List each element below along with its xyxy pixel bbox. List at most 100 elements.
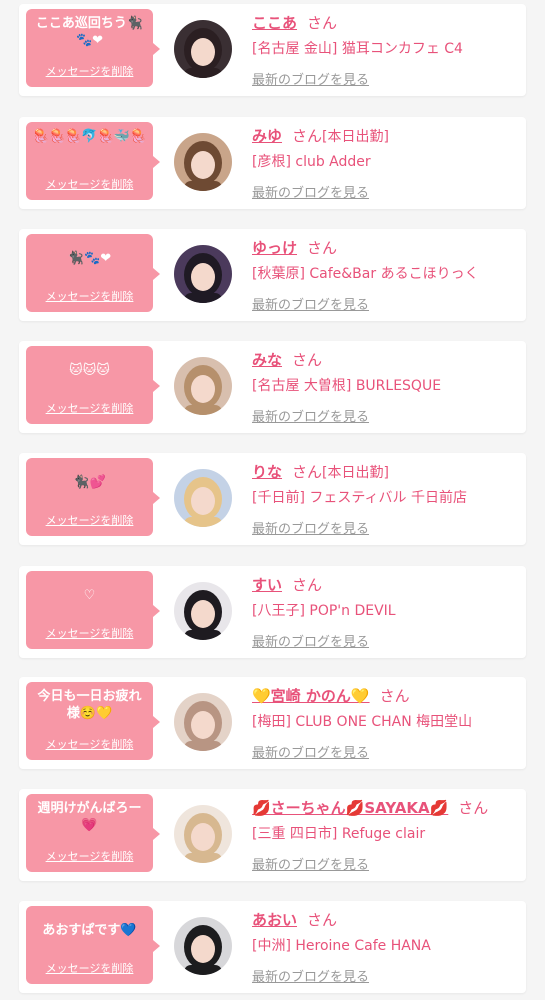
shop-label: [梅田] CLUB ONE CHAN 梅田堂山 bbox=[252, 714, 473, 730]
avatar[interactable] bbox=[174, 805, 232, 863]
name-line: りな さん[本日出勤] bbox=[252, 461, 518, 483]
message-card: ここあ巡回ちう🐈‍⬛🐾❤ メッセージを削除 ここあ さん [名古屋 金山] 猫耳コ… bbox=[19, 4, 526, 96]
shop-label: [八王子] POP'n DEVIL bbox=[252, 603, 396, 619]
latest-blog-link[interactable]: 最新のブログを見る bbox=[252, 854, 369, 873]
message-bubble: あおすぱです💙 メッセージを削除 bbox=[26, 906, 160, 984]
message-bubble: 🪼🪼🪼🐬🪼🐳🪼 メッセージを削除 bbox=[26, 122, 160, 200]
name-line: みゆ さん[本日出勤] bbox=[252, 125, 518, 147]
avatar[interactable] bbox=[174, 693, 232, 751]
latest-blog-link[interactable]: 最新のブログを見る bbox=[252, 742, 369, 761]
member-name-link[interactable]: あおい bbox=[252, 911, 297, 929]
avatar[interactable] bbox=[174, 357, 232, 415]
member-info: 💋さーちゃん💋SAYAKA💋 さん [三重 四日市] Refuge clair 最… bbox=[252, 797, 518, 873]
name-line: 💋さーちゃん💋SAYAKA💋 さん bbox=[252, 797, 518, 819]
honorific-label: さん bbox=[307, 239, 338, 257]
delete-message-link[interactable]: メッセージを削除 bbox=[26, 736, 153, 752]
avatar-image bbox=[174, 133, 232, 191]
avatar-image bbox=[174, 20, 232, 78]
avatar-image bbox=[174, 245, 232, 303]
avatar-image bbox=[174, 469, 232, 527]
work-status-badge: [本日出勤] bbox=[322, 129, 389, 145]
message-card: 🐈‍⬛💕 メッセージを削除 りな さん[本日出勤] [千日前] フェスティバル 千… bbox=[19, 453, 526, 545]
name-line: みな さん bbox=[252, 349, 518, 371]
message-text: 週明けがんばろー💗 bbox=[37, 801, 142, 833]
message-bubble: 週明けがんばろー💗 メッセージを削除 bbox=[26, 794, 160, 872]
member-info: ここあ さん [名古屋 金山] 猫耳コンカフェ C4 最新のブログを見る bbox=[252, 12, 518, 88]
shop-label: [名古屋 金山] 猫耳コンカフェ C4 bbox=[252, 41, 463, 57]
delete-message-link[interactable]: メッセージを削除 bbox=[26, 625, 153, 641]
avatar[interactable] bbox=[174, 245, 232, 303]
member-name-link[interactable]: りな bbox=[252, 463, 282, 481]
member-name-link[interactable]: ここあ bbox=[252, 14, 297, 32]
shop-label: [三重 四日市] Refuge clair bbox=[252, 826, 426, 842]
message-bubble: ♡ メッセージを削除 bbox=[26, 571, 160, 649]
honorific-label: さん bbox=[307, 14, 338, 32]
member-info: みな さん [名古屋 大曽根] BURLESQUE 最新のブログを見る bbox=[252, 349, 518, 425]
message-bubble: 🐈‍⬛🐾❤ メッセージを削除 bbox=[26, 234, 160, 312]
member-name-link[interactable]: ゆっけ bbox=[252, 239, 297, 257]
delete-message-link[interactable]: メッセージを削除 bbox=[26, 960, 153, 976]
shop-label: [千日前] フェスティバル 千日前店 bbox=[252, 490, 467, 506]
message-card: 🐱🐱🐱 メッセージを削除 みな さん [名古屋 大曽根] BURLESQUE 最新… bbox=[19, 341, 526, 433]
message-bubble: ここあ巡回ちう🐈‍⬛🐾❤ メッセージを削除 bbox=[26, 9, 160, 87]
member-name-link[interactable]: みゆ bbox=[252, 127, 282, 145]
avatar[interactable] bbox=[174, 917, 232, 975]
latest-blog-link[interactable]: 最新のブログを見る bbox=[252, 406, 369, 425]
honorific-label: さん bbox=[292, 463, 323, 481]
delete-message-link[interactable]: メッセージを削除 bbox=[26, 512, 153, 528]
member-name-link[interactable]: みな bbox=[252, 351, 282, 369]
delete-message-link[interactable]: メッセージを削除 bbox=[26, 288, 153, 304]
avatar[interactable] bbox=[174, 133, 232, 191]
latest-blog-link[interactable]: 最新のブログを見る bbox=[252, 294, 369, 313]
avatar-image bbox=[174, 917, 232, 975]
member-name-link[interactable]: 💛宮崎 かのん💛 bbox=[252, 687, 370, 705]
message-card: 週明けがんばろー💗 メッセージを削除 💋さーちゃん💋SAYAKA💋 さん [三重 … bbox=[19, 789, 526, 881]
name-line: あおい さん bbox=[252, 909, 518, 931]
member-info: みゆ さん[本日出勤] [彦根] club Adder 最新のブログを見る bbox=[252, 125, 518, 201]
member-info: りな さん[本日出勤] [千日前] フェスティバル 千日前店 最新のブログを見る bbox=[252, 461, 518, 537]
member-name-link[interactable]: すい bbox=[252, 576, 282, 594]
message-card: ♡ メッセージを削除 すい さん [八王子] POP'n DEVIL 最新のブログ… bbox=[19, 566, 526, 658]
honorific-label: さん bbox=[292, 127, 323, 145]
message-card: あおすぱです💙 メッセージを削除 あおい さん [中洲] Heroine Cafe… bbox=[19, 901, 526, 993]
latest-blog-link[interactable]: 最新のブログを見る bbox=[252, 518, 369, 537]
honorific-label: さん bbox=[292, 576, 323, 594]
message-bubble: 今日も一日お疲れ様☺️💛 メッセージを削除 bbox=[26, 682, 160, 760]
message-bubble: 🐈‍⬛💕 メッセージを削除 bbox=[26, 458, 160, 536]
message-text: あおすぱです💙 bbox=[42, 923, 137, 938]
member-name-link[interactable]: 💋さーちゃん💋SAYAKA💋 bbox=[252, 799, 448, 817]
avatar-image bbox=[174, 805, 232, 863]
message-card: 今日も一日お疲れ様☺️💛 メッセージを削除 💛宮崎 かのん💛 さん [梅田] CL… bbox=[19, 677, 526, 769]
message-bubble: 🐱🐱🐱 メッセージを削除 bbox=[26, 346, 160, 424]
shop-label: [彦根] club Adder bbox=[252, 154, 371, 170]
message-text: ♡ bbox=[83, 588, 96, 603]
name-line: ゆっけ さん bbox=[252, 237, 518, 259]
name-line: すい さん bbox=[252, 574, 518, 596]
latest-blog-link[interactable]: 最新のブログを見る bbox=[252, 966, 369, 985]
delete-message-link[interactable]: メッセージを削除 bbox=[26, 400, 153, 416]
avatar-image bbox=[174, 357, 232, 415]
member-info: 💛宮崎 かのん💛 さん [梅田] CLUB ONE CHAN 梅田堂山 最新のブロ… bbox=[252, 685, 518, 761]
honorific-label: さん bbox=[307, 911, 338, 929]
honorific-label: さん bbox=[379, 687, 410, 705]
message-text: 今日も一日お疲れ様☺️💛 bbox=[37, 689, 142, 721]
avatar-image bbox=[174, 693, 232, 751]
shop-label: [秋葉原] Cafe&Bar あるこほりっく bbox=[252, 266, 479, 282]
message-text: 🪼🪼🪼🐬🪼🐳🪼 bbox=[32, 129, 147, 144]
delete-message-link[interactable]: メッセージを削除 bbox=[26, 63, 153, 79]
message-text: 🐈‍⬛💕 bbox=[73, 475, 106, 490]
message-card: 🪼🪼🪼🐬🪼🐳🪼 メッセージを削除 みゆ さん[本日出勤] [彦根] club Ad… bbox=[19, 117, 526, 209]
delete-message-link[interactable]: メッセージを削除 bbox=[26, 848, 153, 864]
member-info: すい さん [八王子] POP'n DEVIL 最新のブログを見る bbox=[252, 574, 518, 650]
member-info: あおい さん [中洲] Heroine Cafe HANA 最新のブログを見る bbox=[252, 909, 518, 985]
message-card: 🐈‍⬛🐾❤ メッセージを削除 ゆっけ さん [秋葉原] Cafe&Bar あるこほ… bbox=[19, 229, 526, 321]
shop-label: [中洲] Heroine Cafe HANA bbox=[252, 938, 431, 954]
work-status-badge: [本日出勤] bbox=[322, 465, 389, 481]
avatar[interactable] bbox=[174, 582, 232, 640]
latest-blog-link[interactable]: 最新のブログを見る bbox=[252, 182, 369, 201]
latest-blog-link[interactable]: 最新のブログを見る bbox=[252, 69, 369, 88]
delete-message-link[interactable]: メッセージを削除 bbox=[26, 176, 153, 192]
latest-blog-link[interactable]: 最新のブログを見る bbox=[252, 631, 369, 650]
avatar[interactable] bbox=[174, 20, 232, 78]
avatar[interactable] bbox=[174, 469, 232, 527]
